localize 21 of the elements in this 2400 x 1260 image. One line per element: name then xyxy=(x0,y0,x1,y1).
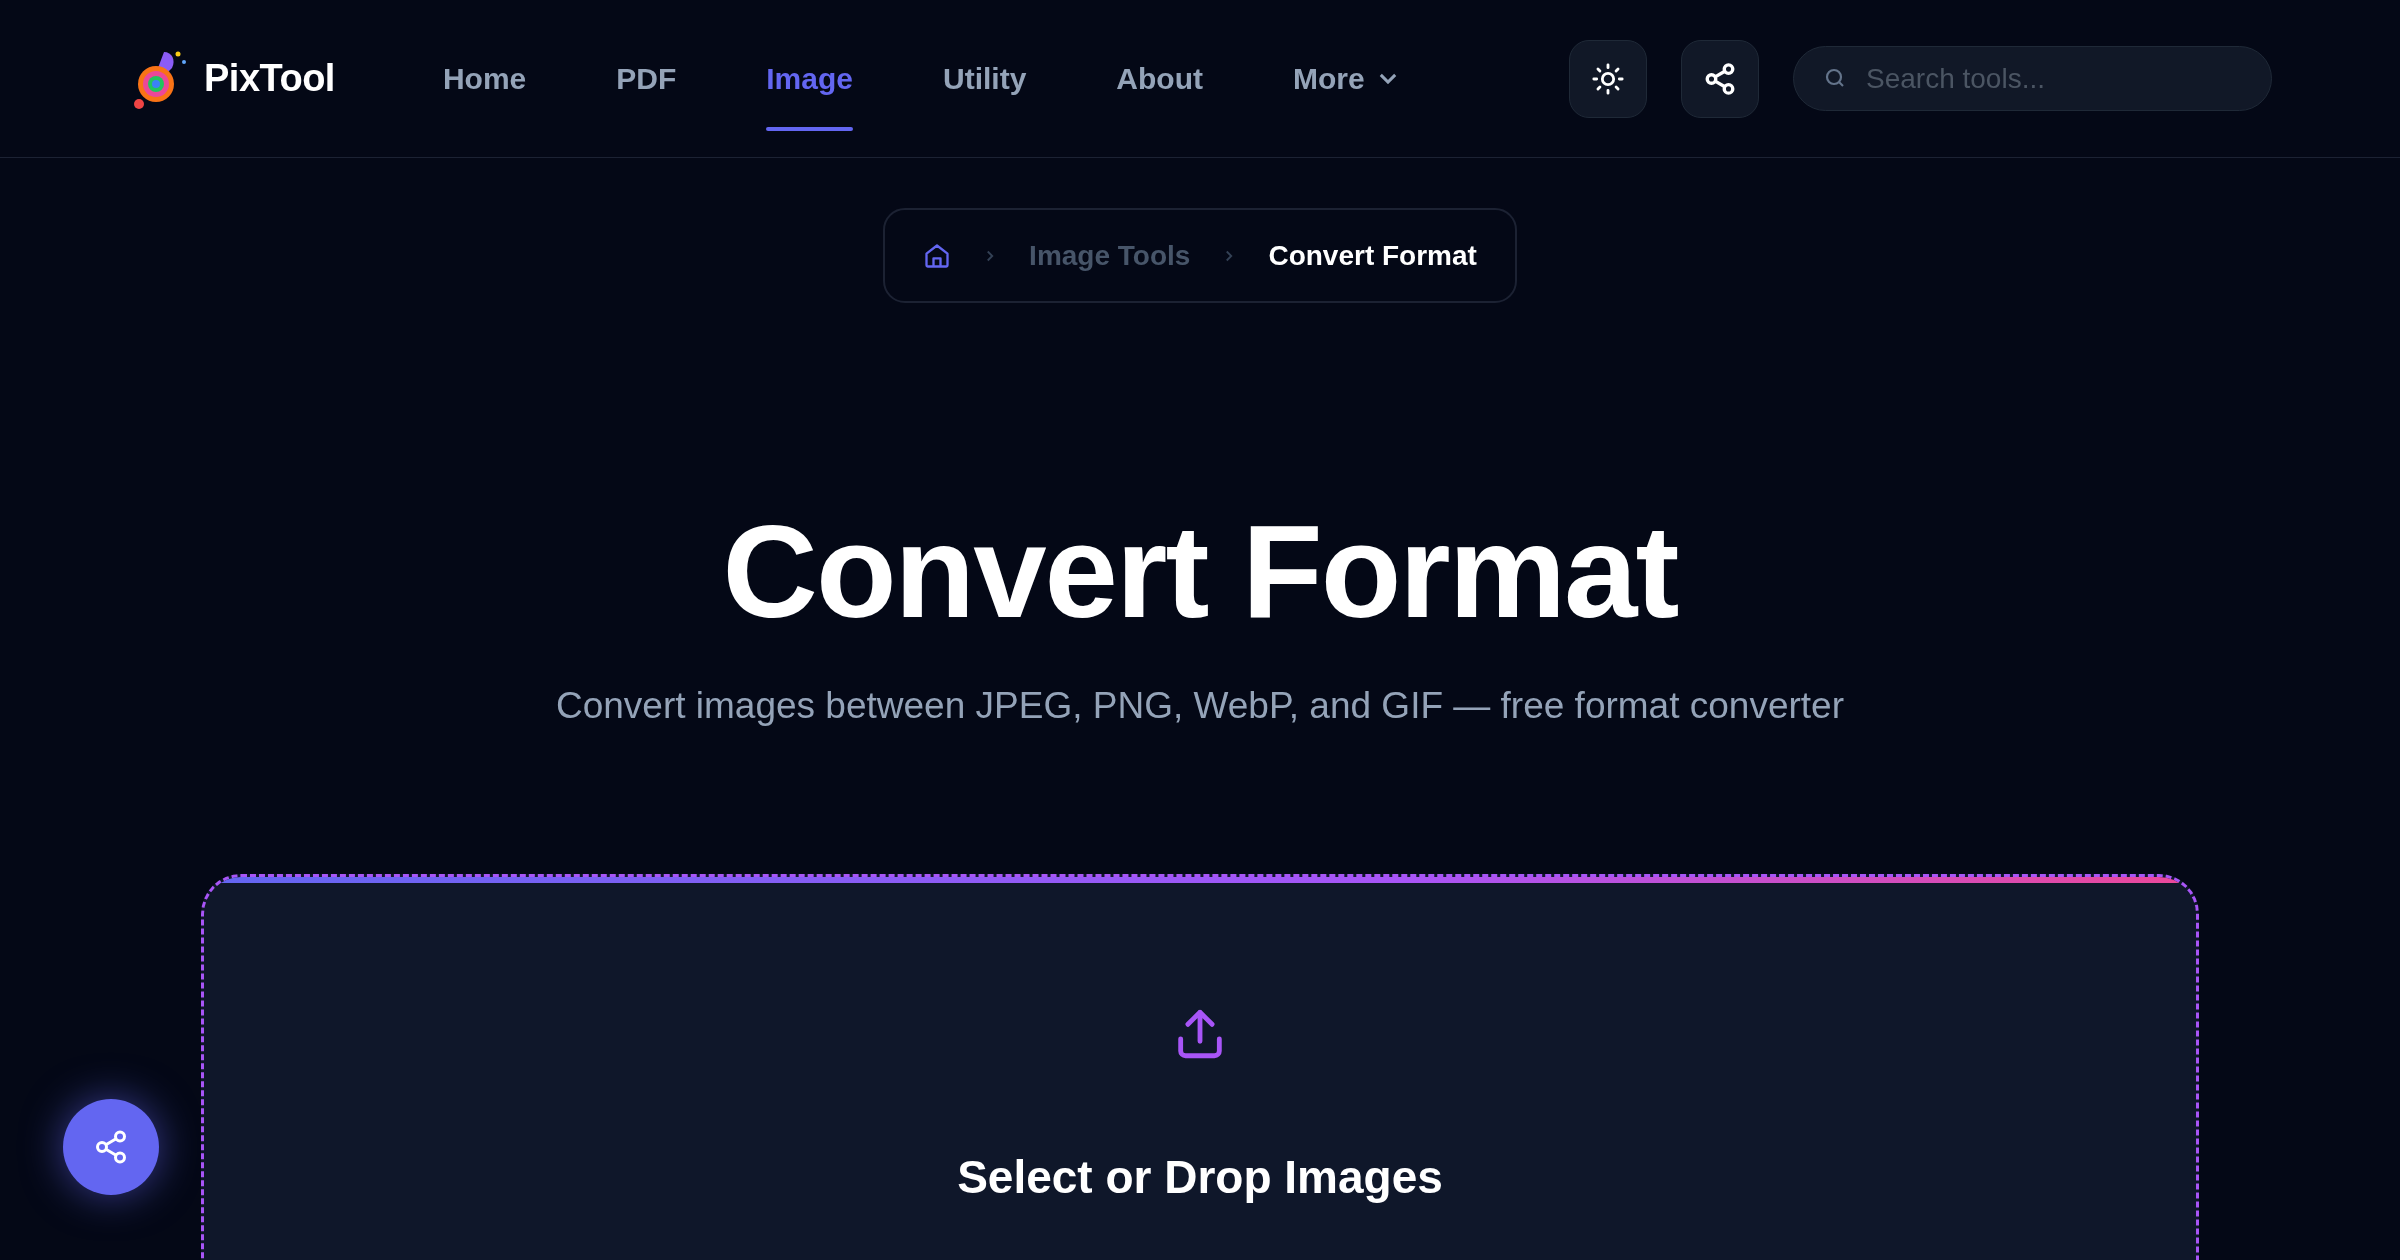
share-button[interactable] xyxy=(1681,39,1759,118)
share-icon xyxy=(93,1129,129,1165)
breadcrumb-current: Convert Format xyxy=(1268,238,1477,273)
nav-link[interactable]: Image xyxy=(766,26,853,131)
nav-link[interactable]: About xyxy=(1116,26,1203,131)
page-subtitle: Convert images between JPEG, PNG, WebP, and GIF — free format converter xyxy=(556,684,1844,729)
share-icon xyxy=(1703,61,1737,96)
caret-icon xyxy=(1378,73,1397,84)
more-dropdown[interactable]: More xyxy=(1293,26,1397,131)
theme-toggle-button[interactable] xyxy=(1569,39,1647,118)
drop-zone[interactable]: Select or Drop Images xyxy=(201,873,2199,1260)
nav-link[interactable]: Utility xyxy=(943,26,1027,131)
sun-icon xyxy=(1591,61,1625,96)
page-title: Convert Format xyxy=(721,499,1679,645)
drop-zone-title: Select or Drop Images xyxy=(957,1149,1443,1205)
home-icon[interactable] xyxy=(923,241,952,270)
nav-link[interactable]: PDF xyxy=(616,26,677,131)
nav-link[interactable]: Home xyxy=(442,26,527,131)
search-field[interactable]: Search tools... xyxy=(1793,46,2272,111)
brand-name[interactable]: PixTool xyxy=(204,50,335,107)
floating-share-button[interactable] xyxy=(63,1099,159,1195)
